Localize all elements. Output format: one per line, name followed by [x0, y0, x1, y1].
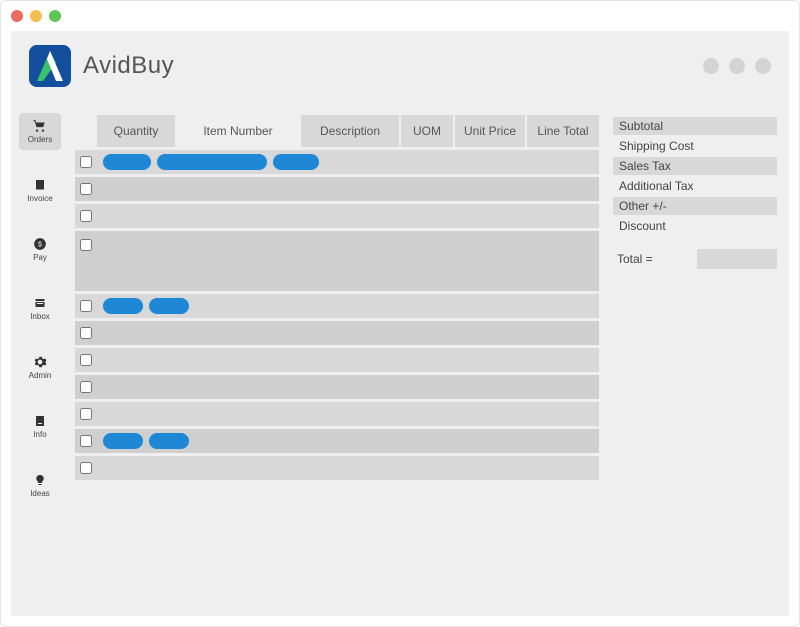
quantity-value[interactable] [103, 298, 143, 314]
header-action-1-icon[interactable] [703, 58, 719, 74]
summary-total-label: Total = [613, 252, 653, 266]
table-row[interactable] [75, 375, 599, 399]
header-action-2-icon[interactable] [729, 58, 745, 74]
sidebar-item-label: Pay [33, 253, 47, 262]
row-checkbox[interactable] [80, 183, 92, 195]
table-row[interactable] [75, 456, 599, 480]
app-body: Orders Invoice $ Pay [11, 101, 789, 616]
gear-icon [32, 355, 48, 369]
main-content: Quantity Item Number Description UOM Uni… [69, 101, 789, 616]
row-checkbox[interactable] [80, 408, 92, 420]
summary-additional-tax: Additional Tax [613, 177, 777, 195]
brand: AvidBuy [29, 45, 174, 87]
table-header: Quantity Item Number Description UOM Uni… [75, 115, 599, 147]
table-row[interactable] [75, 204, 599, 228]
table-row[interactable] [75, 231, 599, 291]
sidebar-item-label: Invoice [27, 194, 52, 203]
inbox-icon [32, 296, 48, 310]
summary-other: Other +/- [613, 197, 777, 215]
sidebar-item-label: Ideas [30, 489, 50, 498]
table-row[interactable] [75, 294, 599, 318]
row-checkbox[interactable] [80, 327, 92, 339]
summary-subtotal: Subtotal [613, 117, 777, 135]
sidebar-item-label: Inbox [30, 312, 50, 321]
row-checkbox[interactable] [80, 462, 92, 474]
row-checkbox[interactable] [80, 210, 92, 222]
row-checkbox[interactable] [80, 156, 92, 168]
table-row[interactable] [75, 321, 599, 345]
summary-discount: Discount [613, 217, 777, 235]
row-checkbox[interactable] [80, 300, 92, 312]
sidebar-item-label: Orders [28, 135, 52, 144]
app-title: AvidBuy [83, 52, 174, 80]
summary-total-value [697, 249, 777, 269]
info-icon [32, 414, 48, 428]
sidebar-item-invoice[interactable]: Invoice [19, 172, 61, 209]
item-number-value[interactable] [149, 298, 189, 314]
item-number-value[interactable] [149, 433, 189, 449]
window-maximize-icon[interactable] [49, 10, 61, 22]
col-uom[interactable]: UOM [401, 115, 455, 147]
table-row[interactable] [75, 177, 599, 201]
sidebar-item-pay[interactable]: $ Pay [19, 231, 61, 268]
app-chrome: AvidBuy Orders I [11, 31, 789, 616]
order-table: Quantity Item Number Description UOM Uni… [75, 115, 599, 602]
col-item-number[interactable]: Item Number [177, 115, 301, 147]
window-titlebar [1, 1, 799, 31]
app-logo-icon [29, 45, 71, 87]
quantity-value[interactable] [103, 433, 143, 449]
app-window: AvidBuy Orders I [0, 0, 800, 627]
bulb-icon [32, 473, 48, 487]
col-description[interactable]: Description [301, 115, 401, 147]
row-checkbox[interactable] [80, 239, 92, 251]
row-checkbox[interactable] [80, 381, 92, 393]
table-row[interactable] [75, 402, 599, 426]
quantity-value[interactable] [103, 154, 151, 170]
header-action-3-icon[interactable] [755, 58, 771, 74]
sidebar-item-label: Info [33, 430, 46, 439]
col-unit-price[interactable]: Unit Price [455, 115, 527, 147]
svg-text:$: $ [38, 241, 42, 248]
window-close-icon[interactable] [11, 10, 23, 22]
sidebar-item-inbox[interactable]: Inbox [19, 290, 61, 327]
sidebar-item-info[interactable]: Info [19, 408, 61, 445]
summary-shipping-cost: Shipping Cost [613, 137, 777, 155]
row-checkbox[interactable] [80, 435, 92, 447]
summary-panel: Subtotal Shipping Cost Sales Tax Additio… [613, 115, 777, 602]
money-icon: $ [32, 237, 48, 251]
row-checkbox[interactable] [80, 354, 92, 366]
app-header: AvidBuy [11, 31, 789, 101]
sidebar-item-admin[interactable]: Admin [19, 349, 61, 386]
receipt-icon [32, 178, 48, 192]
sidebar-item-orders[interactable]: Orders [19, 113, 61, 150]
cart-icon [32, 119, 48, 133]
header-actions [703, 58, 771, 74]
summary-total-row: Total = [613, 249, 777, 269]
summary-sales-tax: Sales Tax [613, 157, 777, 175]
table-body [75, 147, 599, 480]
sidebar-item-ideas[interactable]: Ideas [19, 467, 61, 504]
sidebar-item-label: Admin [29, 371, 52, 380]
col-quantity[interactable]: Quantity [97, 115, 177, 147]
col-checkbox [75, 115, 97, 147]
sidebar: Orders Invoice $ Pay [11, 101, 69, 616]
table-row[interactable] [75, 150, 599, 174]
col-line-total[interactable]: Line Total [527, 115, 599, 147]
window-minimize-icon[interactable] [30, 10, 42, 22]
description-value[interactable] [273, 154, 319, 170]
table-row[interactable] [75, 348, 599, 372]
item-number-value[interactable] [157, 154, 267, 170]
table-row[interactable] [75, 429, 599, 453]
